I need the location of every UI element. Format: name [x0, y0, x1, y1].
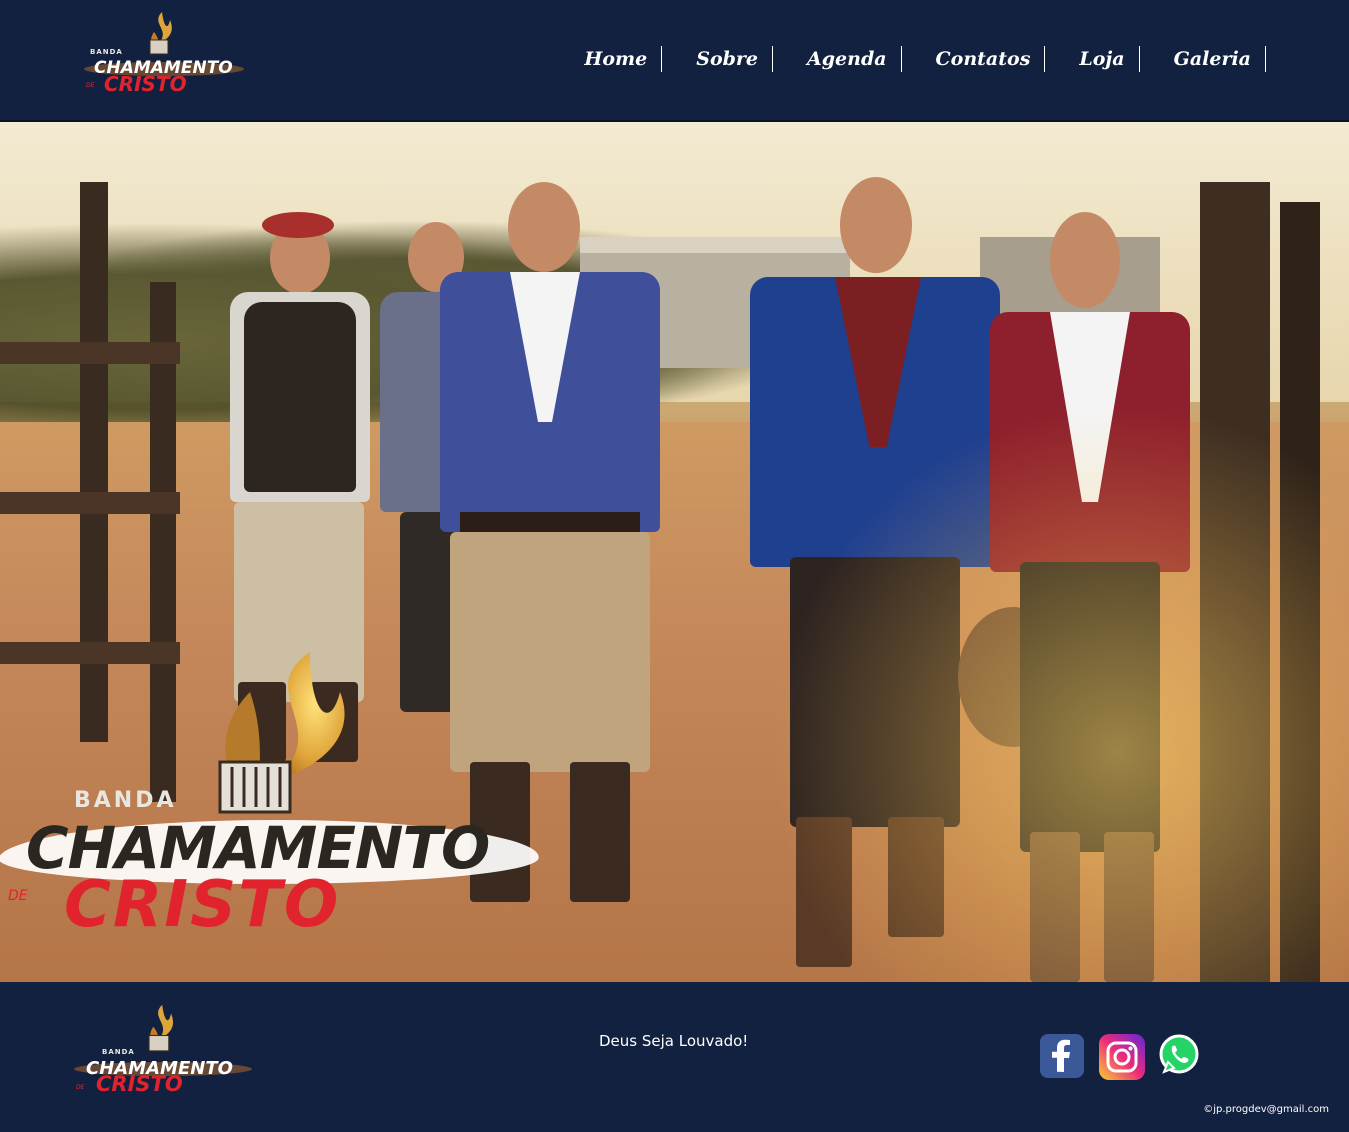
flame-icon: [148, 1004, 174, 1052]
flame-icon: [149, 12, 172, 55]
footer-logo-de: DE: [76, 1084, 85, 1091]
footer-logo-cristo: CRISTO: [96, 1072, 183, 1096]
nav-home[interactable]: Home: [584, 46, 663, 72]
logo-banda-text: BANDA: [90, 48, 123, 56]
nav-agenda[interactable]: Agenda: [773, 46, 902, 72]
hero-banner: BANDA CHAMAMENTO DE CRISTO: [0, 122, 1349, 982]
flame-icon: [218, 652, 345, 814]
nav-galeria[interactable]: Galeria: [1140, 46, 1266, 72]
nav-contatos[interactable]: Contatos: [902, 46, 1046, 72]
logo-word-cristo: CRISTO: [104, 72, 187, 96]
footer-tagline: Deus Seja Louvado!: [599, 1032, 749, 1050]
nav-sobre[interactable]: Sobre: [662, 46, 774, 72]
main-nav: Home Sobre Agenda Contatos Loja Galeria: [584, 46, 1266, 72]
nav-loja[interactable]: Loja: [1045, 46, 1140, 72]
whatsapp-icon[interactable]: [1158, 1034, 1200, 1076]
header-logo[interactable]: BANDA CHAMAMENTO DE CRISTO: [82, 10, 246, 100]
footer-credit: ©jp.progdev@gmail.com: [1203, 1104, 1329, 1115]
site-header: BANDA CHAMAMENTO DE CRISTO Home Sobre Ag…: [0, 0, 1349, 122]
footer-logo-banda: BANDA: [102, 1048, 135, 1056]
logo-word-de: DE: [86, 82, 95, 89]
hero-logo-banda: BANDA: [74, 788, 177, 813]
hero-logo-de: DE: [8, 888, 28, 904]
hero-logo-cristo: CRISTO: [64, 868, 341, 942]
footer-logo[interactable]: BANDA CHAMAMENTO DE CRISTO: [72, 1002, 254, 1102]
instagram-icon[interactable]: [1099, 1034, 1145, 1080]
hero-logo: BANDA CHAMAMENTO DE CRISTO: [0, 652, 547, 952]
hero-light-glow: [769, 402, 1349, 982]
facebook-icon[interactable]: [1040, 1034, 1084, 1078]
